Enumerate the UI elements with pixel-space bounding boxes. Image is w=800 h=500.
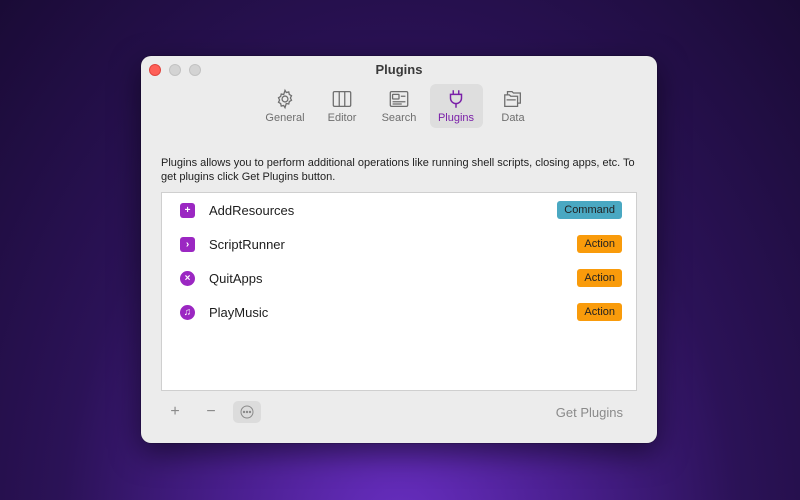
plugin-name: QuitApps	[209, 270, 263, 286]
tab-editor[interactable]: Editor	[316, 84, 369, 128]
plugin-row-addresources[interactable]: + AddResources Command	[162, 193, 636, 227]
plugin-row-playmusic[interactable]: ♫ PlayMusic Action	[162, 295, 636, 329]
plugin-row-quitapps[interactable]: × QuitApps Action	[162, 261, 636, 295]
list-footer: + − Get Plugins	[161, 400, 637, 424]
plugin-type-badge: Action	[577, 269, 622, 287]
tab-label: General	[265, 112, 305, 124]
search-window-icon	[389, 91, 409, 107]
tab-search[interactable]: Search	[373, 84, 426, 128]
plugins-list[interactable]: + AddResources Command › ScriptRunner Ac…	[161, 192, 637, 391]
tab-label: Plugins	[437, 112, 475, 124]
tab-label: Data	[501, 112, 525, 124]
gear-icon	[277, 88, 293, 110]
add-square-icon: +	[180, 202, 195, 218]
plugin-name: PlayMusic	[209, 304, 269, 320]
plugin-name: AddResources	[209, 202, 295, 218]
music-note-icon: ♫	[180, 304, 195, 320]
x-circle-icon: ×	[180, 270, 195, 286]
preferences-window: Plugins General Editor Search Plugins Da…	[141, 56, 657, 443]
get-plugins-button[interactable]: Get Plugins	[556, 405, 623, 420]
chevron-square-icon: ›	[180, 236, 195, 252]
plug-icon	[449, 90, 463, 108]
window-title: Plugins	[375, 62, 423, 77]
tab-plugins[interactable]: Plugins	[429, 84, 483, 128]
add-plugin-button[interactable]: +	[161, 401, 189, 423]
plugin-type-badge: Command	[557, 201, 622, 219]
columns-icon	[332, 91, 352, 107]
tab-label: Search	[381, 112, 417, 124]
plugin-type-badge: Action	[577, 303, 622, 321]
folders-icon	[504, 91, 521, 107]
more-circle-icon	[240, 405, 254, 419]
plugins-description: Plugins allows you to perform additional…	[161, 157, 635, 183]
plugin-type-badge: Action	[577, 235, 622, 253]
remove-plugin-button[interactable]: −	[197, 401, 225, 423]
plugin-row-scriptrunner[interactable]: › ScriptRunner Action	[162, 227, 636, 261]
tab-general[interactable]: General	[259, 84, 312, 128]
preferences-toolbar: General Editor Search Plugins Data	[141, 84, 657, 128]
tab-data[interactable]: Data	[487, 84, 540, 128]
tab-label: Editor	[327, 112, 357, 124]
more-options-button[interactable]	[233, 401, 261, 423]
plugin-name: ScriptRunner	[209, 236, 285, 252]
